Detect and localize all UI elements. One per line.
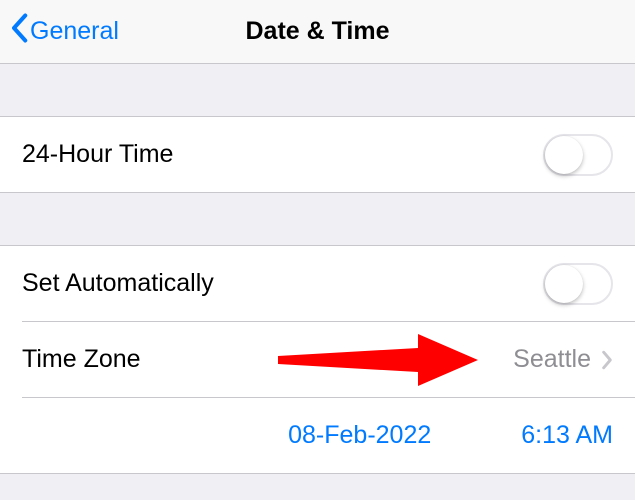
time-zone-value: Seattle (513, 345, 591, 374)
row-24-hour-time: 24-Hour Time (0, 117, 635, 192)
chevron-right-icon (601, 350, 613, 370)
group-settings: Set Automatically Time Zone Seattle 08-F… (0, 245, 635, 474)
row-date-time: 08-Feb-2022 6:13 AM (0, 398, 635, 473)
chevron-left-icon (10, 13, 30, 50)
date-button[interactable]: 08-Feb-2022 (288, 421, 431, 450)
row-label: Set Automatically (22, 269, 214, 298)
back-label: General (30, 17, 119, 46)
row-set-automatically: Set Automatically (0, 246, 635, 321)
nav-bar: General Date & Time (0, 0, 635, 64)
group-display: 24-Hour Time (0, 116, 635, 193)
section-spacer (0, 193, 635, 245)
row-time-zone[interactable]: Time Zone Seattle (0, 322, 635, 397)
toggle-knob (545, 136, 583, 174)
toggle-set-automatically[interactable] (543, 263, 613, 305)
toggle-knob (545, 265, 583, 303)
toggle-24-hour-time[interactable] (543, 134, 613, 176)
row-label: 24-Hour Time (22, 140, 173, 169)
row-label: Time Zone (22, 345, 141, 374)
back-button[interactable]: General (0, 13, 119, 50)
annotation-arrow-icon (278, 328, 478, 392)
time-button[interactable]: 6:13 AM (521, 421, 613, 450)
section-spacer (0, 64, 635, 116)
